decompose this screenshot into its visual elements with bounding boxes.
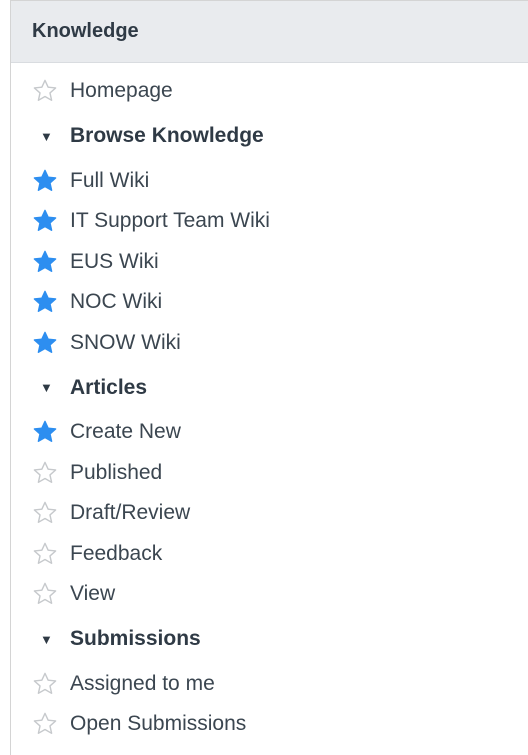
- section-header-browse-knowledge[interactable]: ▼ Browse Knowledge: [11, 112, 528, 161]
- nav-item-feedback[interactable]: Feedback: [11, 534, 528, 575]
- section-items-browse-knowledge: Full Wiki IT Support Team Wiki EUS Wiki …: [11, 161, 528, 364]
- nav-item-label: Full Wiki: [70, 168, 150, 192]
- caret-down-icon: ▼: [40, 380, 53, 395]
- star-filled-icon[interactable]: [32, 419, 58, 445]
- star-filled-icon[interactable]: [32, 330, 58, 356]
- nav-item-label: NOC Wiki: [70, 290, 163, 314]
- nav-item-published[interactable]: Published: [11, 453, 528, 494]
- nav-item-assigned-to-me[interactable]: Assigned to me: [11, 664, 528, 705]
- star-outline-icon[interactable]: [32, 541, 58, 567]
- nav-item-label: Feedback: [70, 541, 163, 565]
- nav-item-snow-wiki[interactable]: SNOW Wiki: [11, 323, 528, 364]
- section-items-submissions: Assigned to me Open Submissions: [11, 664, 528, 745]
- app-header[interactable]: Knowledge: [11, 1, 528, 63]
- caret-down-icon: ▼: [40, 128, 53, 144]
- star-outline-icon[interactable]: [32, 671, 58, 697]
- star-outline-icon[interactable]: [32, 711, 58, 737]
- nav-item-label: Create New: [70, 420, 181, 444]
- knowledge-nav-panel: Knowledge Homepage ▼ Browse Knowledge Fu…: [10, 0, 528, 755]
- nav-item-open-submissions[interactable]: Open Submissions: [11, 704, 528, 745]
- star-outline-icon[interactable]: [32, 460, 58, 486]
- star-filled-icon[interactable]: [32, 289, 58, 315]
- section-title: Submissions: [70, 627, 201, 650]
- nav-item-label: View: [70, 582, 116, 606]
- nav-item-label: Assigned to me: [70, 671, 215, 695]
- nav-item-noc-wiki[interactable]: NOC Wiki: [11, 282, 528, 323]
- app-title: Knowledge: [32, 20, 139, 42]
- nav-item-label: IT Support Team Wiki: [70, 209, 270, 233]
- nav-item-it-support-team-wiki[interactable]: IT Support Team Wiki: [11, 201, 528, 242]
- nav-item-draft-review[interactable]: Draft/Review: [11, 493, 528, 534]
- nav-item-full-wiki[interactable]: Full Wiki: [11, 161, 528, 202]
- section-title: Browse Knowledge: [70, 124, 264, 147]
- nav-item-label: Published: [70, 460, 163, 484]
- star-outline-icon[interactable]: [32, 500, 58, 526]
- star-filled-icon[interactable]: [32, 208, 58, 234]
- star-filled-icon[interactable]: [32, 249, 58, 275]
- star-outline-icon[interactable]: [32, 78, 58, 104]
- section-header-submissions[interactable]: ▼ Submissions: [11, 615, 528, 664]
- nav-item-eus-wiki[interactable]: EUS Wiki: [11, 242, 528, 283]
- nav-item-create-new[interactable]: Create New: [11, 412, 528, 453]
- star-filled-icon[interactable]: [32, 168, 58, 194]
- nav-item-label: Draft/Review: [70, 501, 191, 525]
- nav-item-label: Open Submissions: [70, 712, 247, 736]
- section-items-articles: Create New Published Draft/Review Feedba…: [11, 412, 528, 615]
- section-title: Articles: [70, 375, 148, 399]
- section-header-articles[interactable]: ▼ Articles: [11, 363, 528, 412]
- nav-item-label: SNOW Wiki: [70, 330, 181, 354]
- star-outline-icon[interactable]: [32, 581, 58, 607]
- nav-item-view[interactable]: View: [11, 574, 528, 615]
- nav-item-homepage[interactable]: Homepage: [11, 71, 528, 112]
- caret-down-icon: ▼: [40, 631, 53, 647]
- top-items: Homepage: [11, 71, 528, 112]
- nav-item-label: EUS Wiki: [70, 249, 159, 273]
- nav-item-label: Homepage: [70, 79, 173, 103]
